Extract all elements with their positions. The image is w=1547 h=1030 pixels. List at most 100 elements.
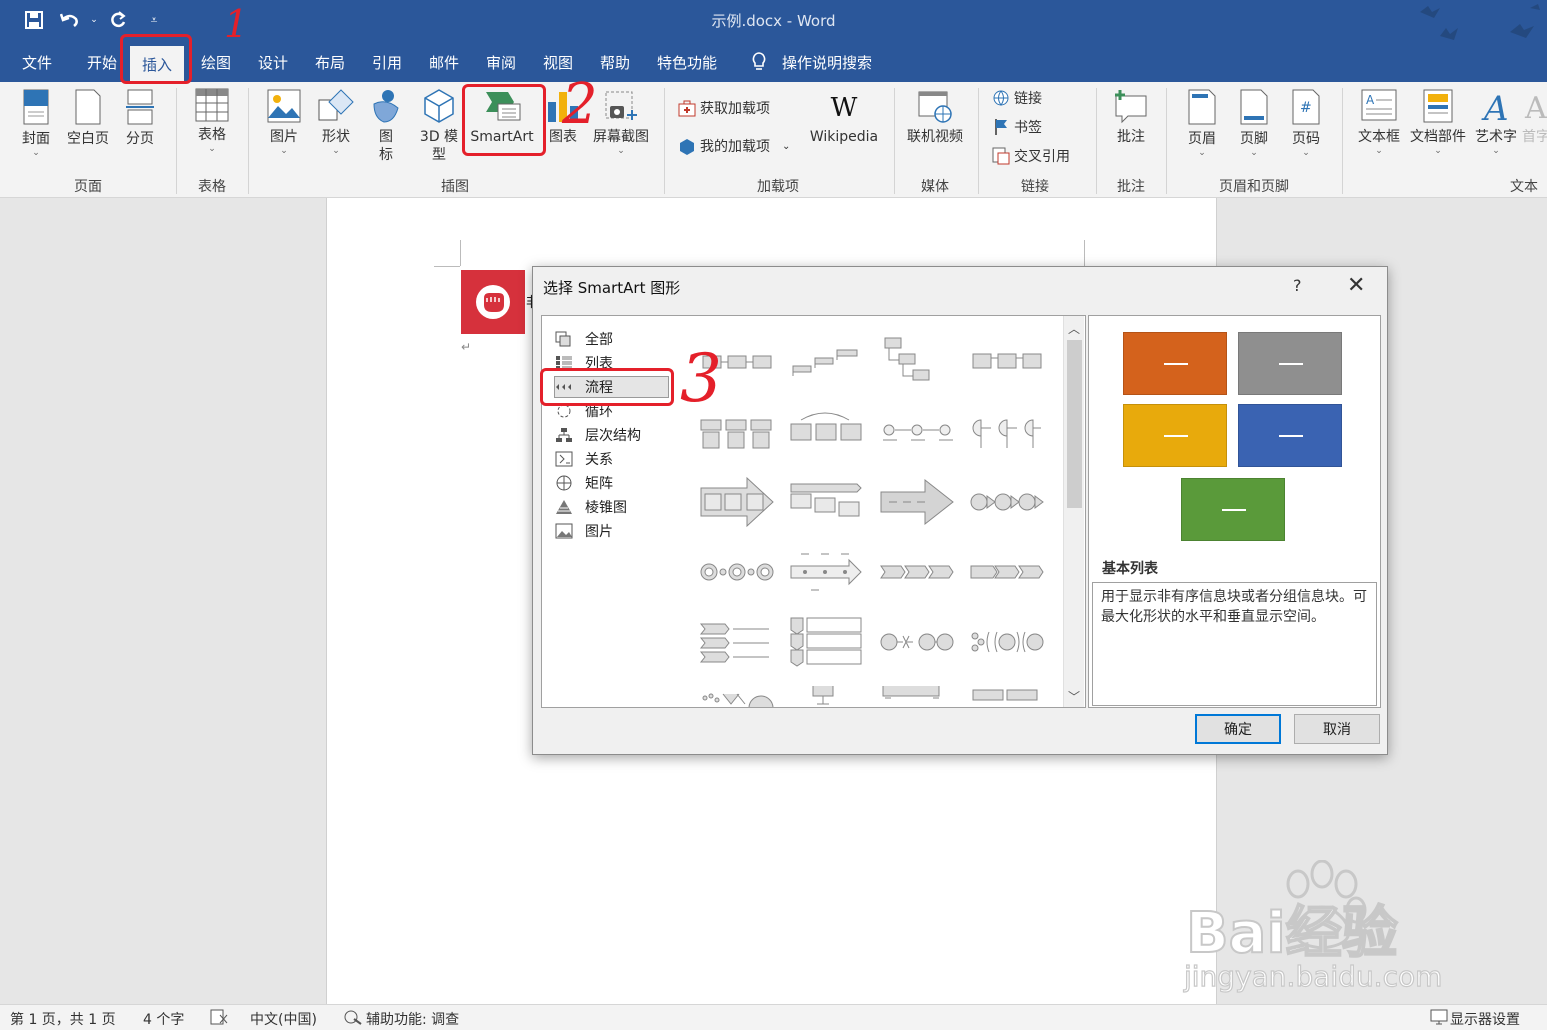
ok-button[interactable]: 确定	[1195, 714, 1281, 744]
page-break-label: 分页	[126, 131, 154, 147]
category-label: 棱锥图	[585, 500, 627, 516]
tables-group-label: 表格	[198, 179, 226, 195]
links-group-label: 链接	[1021, 179, 1049, 195]
display-settings[interactable]: 显示器设置	[1450, 1009, 1520, 1029]
wordart-button[interactable]: A 艺术字 ⌄	[1470, 88, 1522, 156]
tab-special[interactable]: 特色功能	[653, 50, 721, 75]
phased-process-layout[interactable]	[969, 616, 1045, 668]
preview-shape	[1123, 404, 1227, 467]
staggered-process-layout[interactable]	[879, 336, 955, 388]
category-all[interactable]: 全部	[555, 328, 613, 350]
scrollbar-thumb[interactable]	[1067, 340, 1082, 508]
timeline-arrow-layout[interactable]	[789, 546, 865, 598]
chevron-down-icon: ⌄	[617, 146, 625, 156]
wikipedia-button[interactable]: W Wikipedia	[804, 92, 884, 146]
preview-title: 基本列表	[1102, 561, 1158, 577]
repeating-bending-layout[interactable]	[699, 546, 775, 598]
tab-mailings[interactable]: 邮件	[425, 50, 463, 75]
crop-mark	[1084, 240, 1085, 266]
icons-button[interactable]: 图 标	[366, 88, 406, 164]
category-hierarchy[interactable]: 层次结构	[555, 424, 641, 446]
scroll-down-icon[interactable]: ﹀	[1068, 688, 1080, 705]
tell-me-search[interactable]: 操作说明搜索	[778, 50, 876, 75]
store-icon	[678, 100, 696, 117]
category-label: 图片	[585, 524, 613, 540]
dialog-title: 选择 SmartArt 图形	[543, 279, 681, 297]
category-pyramid[interactable]: 棱锥图	[555, 496, 627, 518]
header-button[interactable]: 页眉 ⌄	[1180, 88, 1224, 158]
page-count[interactable]: 第 1 页，共 1 页	[10, 1009, 116, 1029]
footer-button[interactable]: 页脚 ⌄	[1232, 88, 1276, 158]
wikipedia-label: Wikipedia	[809, 129, 879, 145]
proofing-icon[interactable]	[210, 1009, 228, 1029]
chevron-list-layout[interactable]	[699, 616, 775, 668]
sub-step-process-layout[interactable]	[879, 616, 955, 668]
category-matrix[interactable]: 矩阵	[555, 472, 613, 494]
help-button[interactable]: ?	[1293, 276, 1302, 295]
tab-home[interactable]: 开始	[83, 50, 121, 75]
close-button[interactable]: ✕	[1347, 273, 1365, 298]
half-circle-process-layout[interactable]	[969, 406, 1045, 458]
wordart-label: 艺术字	[1475, 129, 1517, 145]
random-to-result-layout[interactable]	[699, 686, 775, 708]
bending-process-layout[interactable]	[969, 336, 1045, 388]
header-icon	[1188, 89, 1216, 125]
page-number-button[interactable]: # 页码 ⌄	[1284, 88, 1328, 158]
process-list-layout[interactable]	[789, 686, 865, 708]
inline-image[interactable]	[461, 270, 525, 334]
quick-parts-button[interactable]: 文档部件 ⌄	[1406, 88, 1470, 156]
accessibility-status[interactable]: 辅助功能: 调查	[366, 1009, 459, 1029]
chevron-down-icon: ⌄	[1434, 146, 1442, 156]
online-video-button[interactable]: 联机视频	[902, 88, 968, 146]
tab-layout[interactable]: 布局	[311, 50, 349, 75]
closed-chevron-layout[interactable]	[969, 546, 1045, 598]
table-button[interactable]: 表格 ⌄	[190, 88, 234, 154]
circle-arrow-process-layout[interactable]	[969, 476, 1045, 528]
shapes-button[interactable]: 形状 ⌄	[314, 88, 358, 156]
cross-reference-button[interactable]: 交叉引用	[992, 146, 1070, 166]
hierarchy-icon	[556, 428, 572, 442]
cancel-button[interactable]: 取消	[1294, 714, 1380, 744]
link-button[interactable]: 链接	[992, 88, 1042, 108]
pictures-button[interactable]: 图片 ⌄	[262, 88, 306, 156]
bookmark-button[interactable]: 书签	[992, 117, 1042, 137]
tab-review[interactable]: 审阅	[482, 50, 520, 75]
tab-help[interactable]: 帮助	[596, 50, 634, 75]
cover-page-button[interactable]: 封面 ⌄	[16, 88, 56, 158]
page-break-button[interactable]: 分页	[120, 88, 160, 148]
tab-design[interactable]: 设计	[254, 50, 292, 75]
gallery-scrollbar[interactable]: ︿ ﹀	[1063, 316, 1084, 707]
textbox-button[interactable]: A 文本框 ⌄	[1352, 88, 1406, 156]
word-count[interactable]: 4 个字	[143, 1009, 184, 1029]
chevron-process-layout[interactable]	[879, 546, 955, 598]
my-addins-button[interactable]: 我的加载项 ⌄	[678, 136, 790, 156]
category-relationship[interactable]: 关系	[555, 448, 613, 470]
step-up-process-layout[interactable]	[789, 336, 865, 388]
new-comment-button[interactable]: 批注	[1108, 88, 1154, 146]
segmented-process-layout[interactable]	[879, 686, 955, 708]
picture-icon	[555, 523, 573, 539]
drop-cap-button[interactable]: A 首字	[1522, 88, 1547, 146]
process-arrows-layout[interactable]	[699, 476, 775, 528]
category-picture[interactable]: 图片	[555, 520, 613, 542]
footer-label: 页脚	[1240, 131, 1268, 147]
vertical-chevron-list-layout[interactable]	[789, 616, 865, 668]
3d-models-button[interactable]: 3D 模 型	[414, 88, 464, 164]
blank-page-button[interactable]: 空白页	[62, 88, 114, 148]
equation-layout[interactable]	[969, 686, 1045, 708]
upward-arrow-layout[interactable]	[879, 476, 955, 528]
scroll-up-icon[interactable]: ︿	[1068, 320, 1080, 337]
circle-process-layout[interactable]	[879, 406, 955, 458]
display-settings-icon	[1430, 1009, 1448, 1029]
tab-file[interactable]: 文件	[18, 50, 56, 75]
continuous-process-layout[interactable]	[789, 406, 865, 458]
relationship-icon	[555, 451, 573, 467]
online-video-label: 联机视频	[907, 129, 963, 145]
tab-draw[interactable]: 绘图	[197, 50, 235, 75]
detailed-process-layout[interactable]	[789, 476, 865, 528]
tab-references[interactable]: 引用	[368, 50, 406, 75]
wikipedia-icon: W	[830, 93, 858, 123]
language-status[interactable]: 中文(中国)	[250, 1009, 317, 1029]
chevron-down-icon: ⌄	[32, 148, 40, 158]
get-addins-button[interactable]: 获取加载项	[678, 98, 770, 118]
